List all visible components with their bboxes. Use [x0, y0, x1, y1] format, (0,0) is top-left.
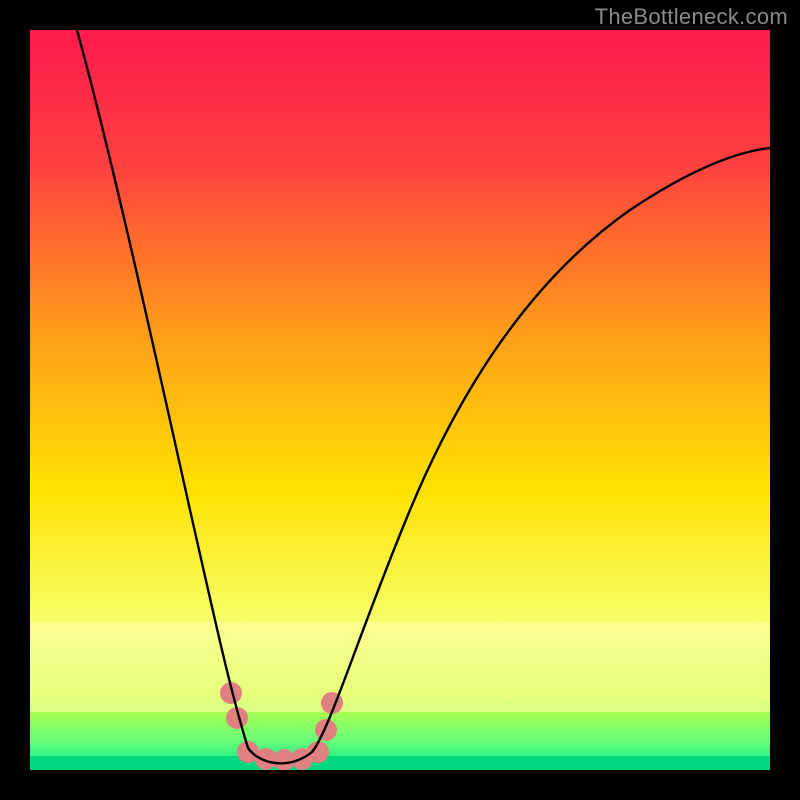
chart-svg	[30, 30, 770, 770]
pale-band	[30, 622, 770, 712]
plot-area	[30, 30, 770, 770]
watermark-text: TheBottleneck.com	[595, 4, 788, 30]
chart-frame: TheBottleneck.com	[0, 0, 800, 800]
green-base	[30, 756, 770, 770]
